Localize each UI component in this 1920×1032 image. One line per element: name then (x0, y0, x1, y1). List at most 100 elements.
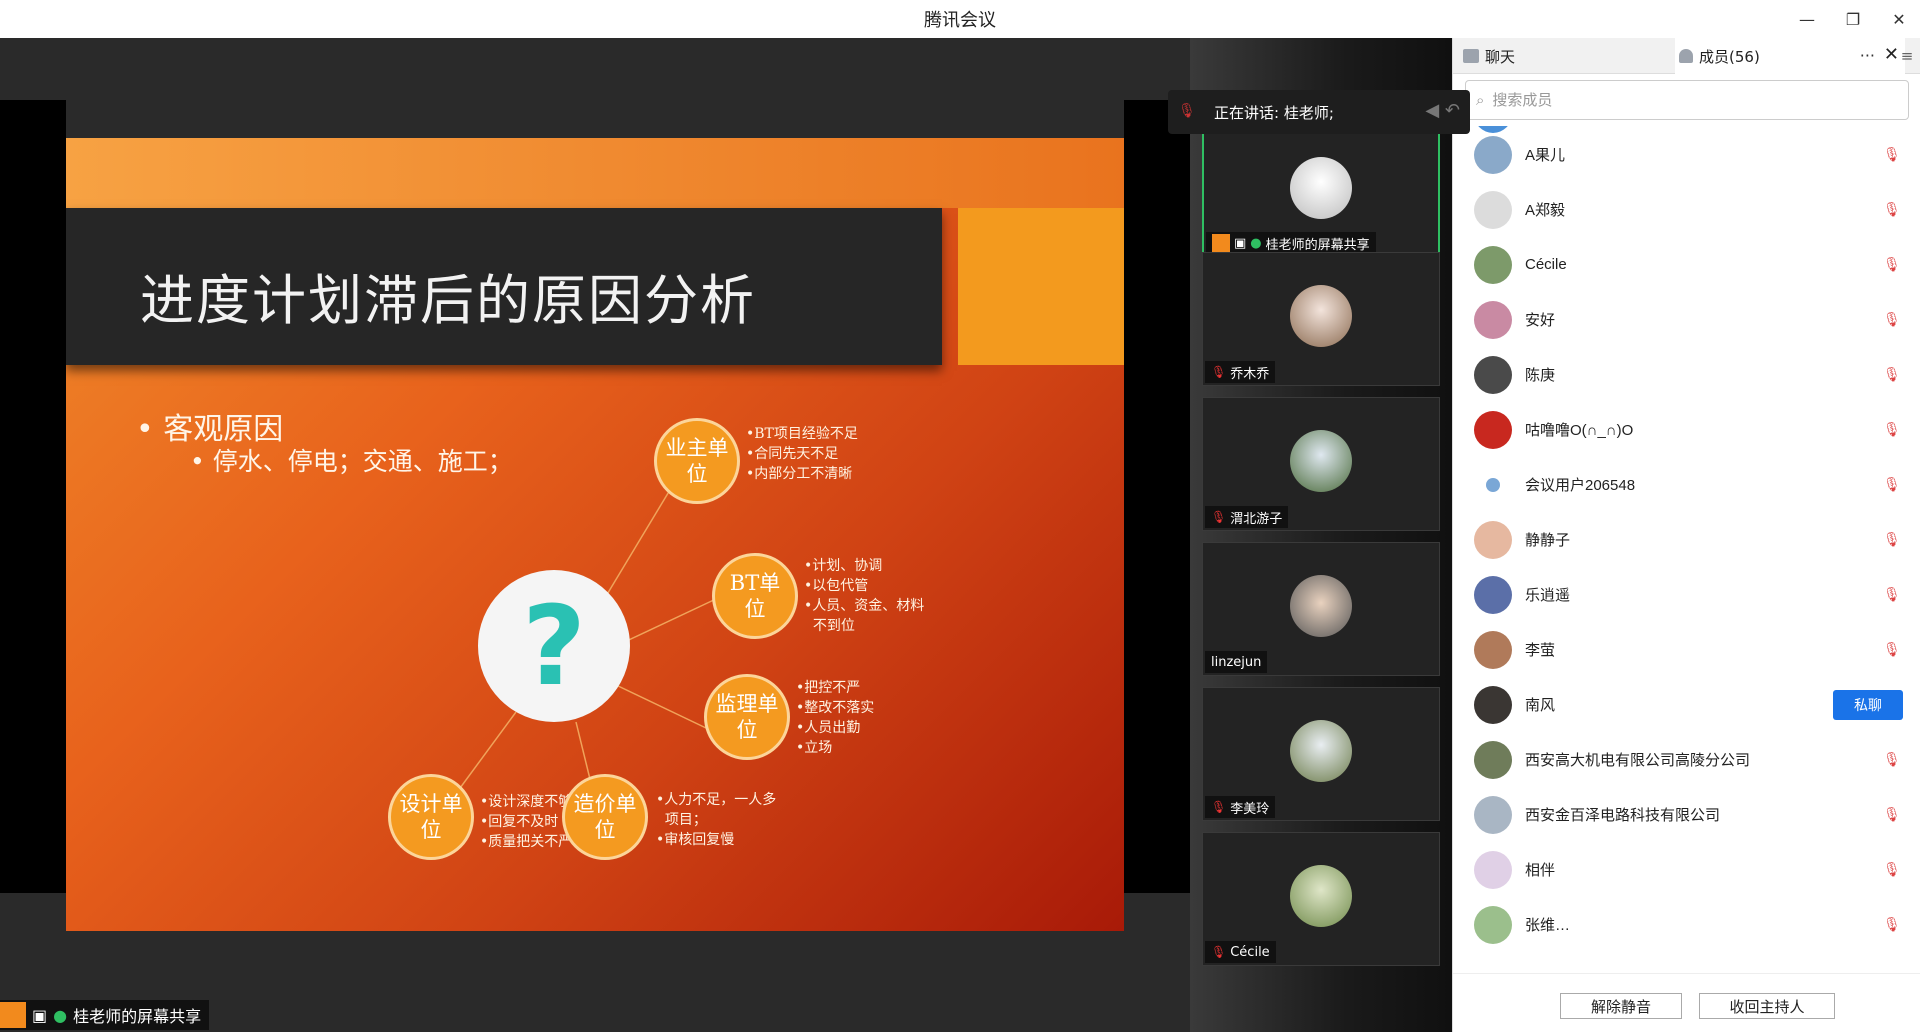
mic-off-icon[interactable]: 🎙 (1883, 477, 1901, 493)
member-name: 西安金百泽电路科技有限公司 (1525, 807, 1721, 824)
host-icon (0, 1002, 26, 1028)
avatar (1474, 245, 1512, 284)
reclaim-host-button[interactable]: 收回主持人 (1699, 993, 1835, 1019)
list-item[interactable]: 南风 私聊 (1453, 677, 1920, 732)
mic-off-icon: 🎙 (1211, 510, 1227, 524)
avatar (1290, 157, 1352, 219)
member-search[interactable]: ⌕ (1465, 80, 1909, 120)
member-name: 张维… (1525, 917, 1571, 934)
video-tile[interactable]: 🎙 Cécile (1202, 832, 1440, 966)
shared-slide: 进度计划滞后的原因分析 • 客观原因 • 停水、停电；交通、施工； ? 业主单位… (66, 138, 1124, 931)
window-title: 腾讯会议 (924, 10, 996, 31)
node-cost-notes: •人力不足，一人多 项目； •审核回复慢 (656, 792, 777, 848)
mic-off-icon[interactable]: 🎙 (1883, 917, 1901, 933)
avatar (1474, 850, 1512, 889)
avatar (1474, 410, 1512, 449)
node-bt: BT单位 (712, 553, 798, 639)
avatar (1474, 520, 1512, 559)
node-supervision: 监理单位 (704, 674, 790, 760)
tile-label: linzejun (1205, 651, 1268, 673)
mic-on-icon: ● (1250, 235, 1262, 251)
mic-off-icon[interactable]: 🎙 (1883, 587, 1901, 603)
mic-off-icon[interactable]: 🎙 (1883, 257, 1901, 273)
more-options-icon[interactable]: ··· (1860, 46, 1875, 65)
panel-tabs: 聊天 成员(56) ··· ✕ ≡ (1453, 38, 1920, 74)
avatar (1290, 285, 1352, 347)
avatar (1290, 430, 1352, 492)
letterbox-left (0, 100, 66, 893)
mic-off-icon: 🎙 (1211, 945, 1227, 959)
member-name: 陈庚 (1525, 367, 1556, 384)
avatar (1474, 355, 1512, 394)
member-name: 安好 (1525, 312, 1556, 329)
minimize-icon[interactable]: — (1796, 10, 1818, 29)
search-icon: ⌕ (1476, 91, 1485, 109)
unmute-all-button[interactable]: 解除静音 (1560, 993, 1682, 1019)
person-icon (1679, 49, 1693, 63)
list-item[interactable]: 安好 🎙 (1453, 292, 1920, 347)
node-design: 设计单位 (388, 774, 474, 860)
private-chat-button[interactable]: 私聊 (1833, 689, 1903, 720)
list-item[interactable]: 张维… 🎙 (1453, 897, 1920, 952)
member-name: 西安高大机电有限公司高陵分公司 (1525, 752, 1751, 769)
node-design-notes: •设计深度不够 •回复不及时 •质量把关不严 (480, 794, 573, 850)
speaking-indicator: 🎙 正在讲话: 桂老师; ◀ ↶ (1168, 90, 1470, 134)
collapse-arrow-icon[interactable]: ◀ ↶ (1425, 100, 1460, 121)
tab-members[interactable]: 成员(56) ··· ✕ (1675, 38, 1905, 74)
mic-off-icon[interactable]: 🎙 (1883, 367, 1901, 383)
video-tile[interactable]: ▣ ● 桂老师的屏幕共享 (1202, 124, 1440, 258)
video-tile[interactable]: 🎙 乔木乔 (1202, 252, 1440, 386)
mic-off-icon[interactable]: 🎙 (1883, 147, 1901, 163)
tile-label: 🎙 Cécile (1205, 941, 1276, 963)
list-item[interactable]: A郑毅 🎙 (1453, 182, 1920, 237)
mic-off-icon[interactable]: 🎙 (1883, 862, 1901, 878)
member-name: 乐逍遥 (1525, 587, 1571, 604)
node-bt-notes: •计划、协调 •以包代管 •人员、资金、材料 不到位 (804, 558, 925, 634)
list-item[interactable]: 会议用户206548 🎙 (1453, 457, 1920, 512)
video-tile[interactable]: 🎙 渭北游子 (1202, 397, 1440, 531)
list-item[interactable]: 西安高大机电有限公司高陵分公司 🎙 (1453, 732, 1920, 787)
screen-share-text: 桂老师的屏幕共享 (73, 1007, 202, 1026)
screen-share-icon: ▣ (32, 1005, 48, 1025)
screen-share-icon: ▣ (1234, 235, 1247, 251)
restore-icon[interactable]: ❐ (1842, 10, 1864, 29)
mic-off-icon[interactable]: 🎙 (1883, 752, 1901, 768)
member-name: Cécile (1525, 256, 1567, 273)
avatar (1474, 135, 1512, 174)
list-item[interactable]: 陈庚 🎙 (1453, 347, 1920, 402)
list-item[interactable]: Cécile 🎙 (1453, 237, 1920, 292)
list-item[interactable]: 咕噜噜O(∩_∩)O 🎙 (1453, 402, 1920, 457)
mic-off-icon[interactable]: 🎙 (1883, 532, 1901, 548)
mic-off-icon[interactable]: 🎙 (1883, 312, 1901, 328)
video-tile[interactable]: linzejun (1202, 542, 1440, 676)
list-item[interactable]: A果儿 🎙 (1453, 127, 1920, 182)
menu-icon[interactable]: ≡ (1893, 38, 1920, 74)
mic-off-icon[interactable]: 🎙 (1883, 642, 1901, 658)
list-item[interactable]: 静静子 🎙 (1453, 512, 1920, 567)
list-item[interactable]: 相伴 🎙 (1453, 842, 1920, 897)
avatar (1474, 300, 1512, 339)
member-name: 会议用户206548 (1525, 477, 1636, 494)
avatar (1474, 685, 1512, 724)
avatar (1474, 905, 1512, 944)
avatar (1474, 795, 1512, 834)
list-item[interactable]: 西安金百泽电路科技有限公司 🎙 (1453, 787, 1920, 842)
mic-on-icon: ● (53, 1005, 68, 1025)
screen-share-label: ▣ ● 桂老师的屏幕共享 (0, 1000, 210, 1030)
mic-off-icon[interactable]: 🎙 (1883, 422, 1901, 438)
panel-footer: 解除静音 收回主持人 (1453, 973, 1920, 1032)
video-tile[interactable]: 🎙 李美玲 (1202, 687, 1440, 821)
list-item[interactable]: 乐逍遥 🎙 (1453, 567, 1920, 622)
avatar (1474, 630, 1512, 669)
mic-off-icon[interactable]: 🎙 (1883, 202, 1901, 218)
mic-off-icon: 🎙 (1211, 800, 1227, 814)
window-controls: — ❐ ✕ (1796, 0, 1910, 38)
mic-off-icon[interactable]: 🎙 (1883, 807, 1901, 823)
list-item[interactable]: 李萤 🎙 (1453, 622, 1920, 677)
search-input[interactable] (1492, 91, 1873, 109)
avatar (1474, 740, 1512, 779)
title-bar: 腾讯会议 — ❐ ✕ (0, 0, 1920, 38)
tab-chat[interactable]: 聊天 (1459, 38, 1673, 74)
node-owner-notes: •BT项目经验不足 •合同先天不足 •内部分工不清晰 (746, 426, 858, 482)
close-icon[interactable]: ✕ (1888, 10, 1910, 29)
